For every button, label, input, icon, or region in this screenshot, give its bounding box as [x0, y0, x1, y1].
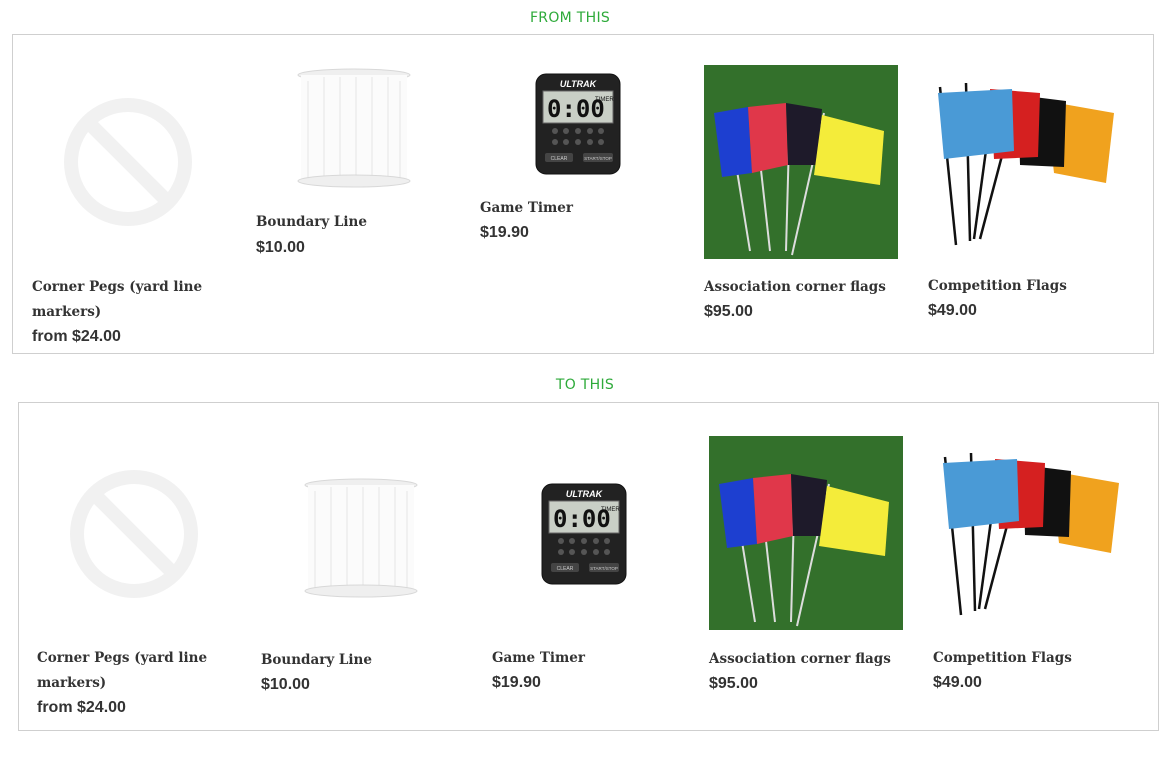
product-price: $19.90 [480, 224, 529, 241]
product-name[interactable]: Corner Pegs (yard line markers) [37, 646, 227, 696]
section-title-to: TO THIS [555, 377, 615, 393]
product-grid-from: Corner Pegs (yard line markers) from $24… [12, 34, 1154, 354]
product-name[interactable]: Boundary Line [256, 210, 367, 235]
svg-text:CLEAR: CLEAR [557, 566, 574, 572]
product-name[interactable]: Association corner flags [704, 275, 886, 300]
flags-on-grass-image [704, 65, 898, 259]
product-card-corner-pegs[interactable]: Corner Pegs (yard line markers) from $24… [19, 403, 243, 732]
timer-icon: ULTRAK 0:00 TIMER CLEAR START/STOP [535, 73, 621, 175]
product-name[interactable]: Boundary Line [261, 648, 372, 673]
svg-text:ULTRAK: ULTRAK [566, 489, 604, 499]
competition-flags-image [933, 443, 1127, 623]
product-card-boundary-line[interactable]: Boundary Line $10.00 [256, 35, 466, 355]
timer-label: TIMER [595, 97, 614, 103]
svg-text:START/STOP: START/STOP [590, 566, 618, 571]
product-price: $19.90 [492, 674, 541, 691]
product-card-competition-flags[interactable]: Competition Flags $49.00 [928, 35, 1138, 355]
product-name[interactable]: Competition Flags [928, 274, 1067, 299]
product-name[interactable]: Competition Flags [933, 646, 1072, 671]
product-card-game-timer[interactable]: ULTRAK 0:00 TIMER CLEAR START/STOP Game … [480, 35, 690, 355]
product-price: $95.00 [704, 303, 753, 320]
product-card-association-corner-flags[interactable]: Association corner flags $95.00 [704, 35, 914, 355]
product-price: $49.00 [928, 302, 977, 319]
flags-on-grass-image [709, 436, 903, 630]
no-image-icon [61, 95, 195, 229]
svg-text:CLEAR: CLEAR [551, 156, 568, 162]
product-card-corner-pegs[interactable]: Corner Pegs (yard line markers) from $24… [13, 35, 237, 355]
product-name[interactable]: Corner Pegs (yard line markers) [32, 275, 222, 325]
product-card-boundary-line[interactable]: Boundary Line $10.00 [261, 403, 471, 732]
product-price: $95.00 [709, 675, 758, 692]
product-name[interactable]: Game Timer [492, 646, 585, 671]
rope-spool-icon [296, 67, 412, 189]
product-card-association-corner-flags[interactable]: Association corner flags $95.00 [709, 403, 919, 732]
product-grid-to: Corner Pegs (yard line markers) from $24… [18, 402, 1159, 731]
product-price: $49.00 [933, 674, 982, 691]
product-price: $10.00 [261, 676, 310, 693]
product-price: from $24.00 [37, 699, 126, 716]
rope-spool-icon [303, 477, 419, 599]
no-image-icon [67, 467, 201, 601]
product-name[interactable]: Association corner flags [709, 647, 891, 672]
svg-text:START/STOP: START/STOP [584, 156, 612, 161]
product-name[interactable]: Game Timer [480, 196, 573, 221]
product-card-competition-flags[interactable]: Competition Flags $49.00 [933, 403, 1143, 732]
timer-brand: ULTRAK [560, 79, 598, 89]
product-card-game-timer[interactable]: ULTRAK 0:00 TIMER CLEAR START/STOP Game … [492, 403, 702, 732]
competition-flags-image [928, 73, 1122, 253]
product-price: from $24.00 [32, 328, 121, 345]
product-price: $10.00 [256, 239, 305, 256]
timer-icon: ULTRAK 0:00 TIMER CLEAR START/STOP [541, 483, 627, 585]
svg-text:TIMER: TIMER [601, 507, 620, 513]
section-title-from: FROM THIS [529, 10, 611, 26]
